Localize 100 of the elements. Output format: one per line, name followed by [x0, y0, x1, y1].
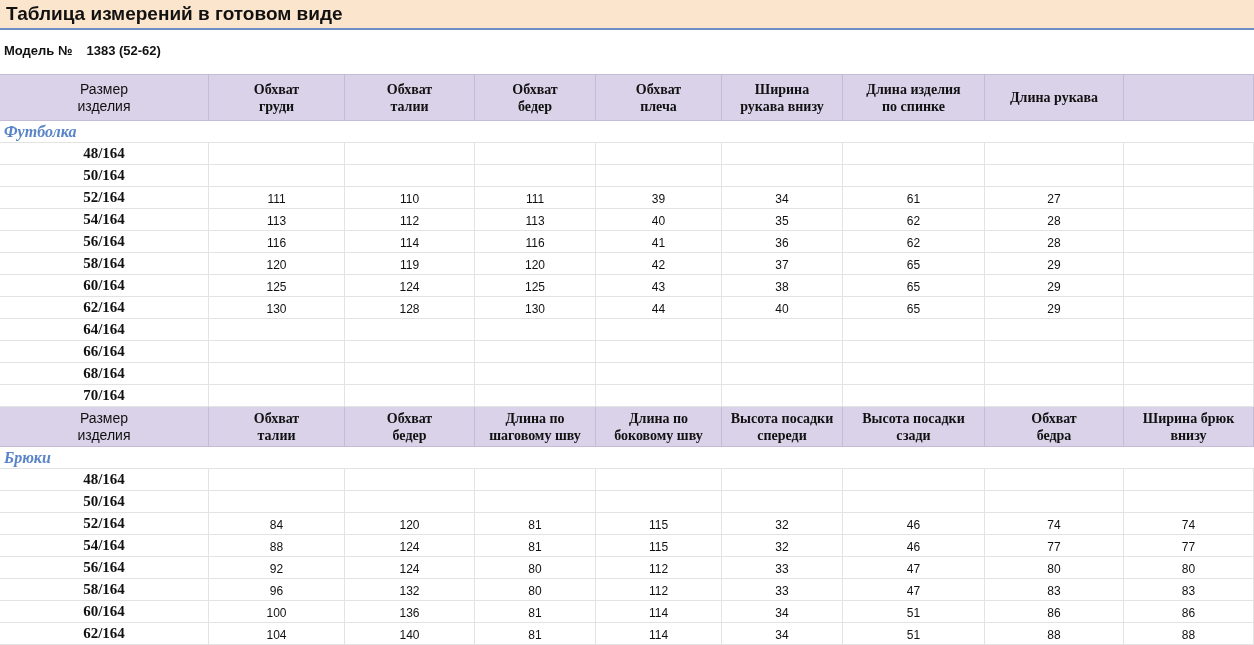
size-label: 66/164 [0, 341, 209, 363]
model-label: Модель № [4, 42, 73, 61]
table-cell: 88 [1124, 623, 1254, 645]
size-label: 62/164 [0, 297, 209, 319]
column-header: Обхват бедер [345, 407, 475, 447]
table-cell: 81 [475, 535, 596, 557]
size-label: 48/164 [0, 143, 209, 165]
column-header: Ширина брюк внизу [1124, 407, 1254, 447]
size-label: 50/164 [0, 165, 209, 187]
table-cell: 111 [475, 187, 596, 209]
size-label: 48/164 [0, 469, 209, 491]
column-header: Длина по шаговому шву [475, 407, 596, 447]
column-header: Длина рукава [985, 75, 1124, 121]
table-cell: 114 [596, 601, 722, 623]
table-cell: 100 [209, 601, 345, 623]
table-cell: 34 [722, 187, 843, 209]
column-header: Обхват плеча [596, 75, 722, 121]
table-cell: 32 [722, 513, 843, 535]
table-cell: 112 [345, 209, 475, 231]
table-cell: 130 [475, 297, 596, 319]
table-cell: 140 [345, 623, 475, 645]
column-header: Обхват бедер [475, 75, 596, 121]
column-header: Обхват талии [209, 407, 345, 447]
table-cell: 80 [475, 557, 596, 579]
table-cell: 37 [722, 253, 843, 275]
table-cell: 43 [596, 275, 722, 297]
table-cell: 84 [209, 513, 345, 535]
table-cell: 74 [985, 513, 1124, 535]
size-label: 64/164 [0, 319, 209, 341]
table-cell: 116 [209, 231, 345, 253]
table-cell: 136 [345, 601, 475, 623]
table-cell: 115 [596, 513, 722, 535]
column-header: Длина по боковому шву [596, 407, 722, 447]
table-cell: 62 [843, 231, 985, 253]
table-cell: 114 [596, 623, 722, 645]
table-cell: 65 [843, 275, 985, 297]
model-number: 1383 (52-62) [86, 42, 161, 61]
table-cell: 88 [985, 623, 1124, 645]
table-cell: 34 [722, 623, 843, 645]
table-cell: 46 [843, 513, 985, 535]
table-cell: 120 [475, 253, 596, 275]
table-cell: 96 [209, 579, 345, 601]
table-cell: 40 [722, 297, 843, 319]
table-cell: 114 [345, 231, 475, 253]
table-cell: 111 [209, 187, 345, 209]
table-cell: 119 [345, 253, 475, 275]
table-cell: 80 [1124, 557, 1254, 579]
column-header: Размер изделия [0, 75, 209, 121]
table-cell: 29 [985, 253, 1124, 275]
table-cell: 124 [345, 535, 475, 557]
table-cell: 128 [345, 297, 475, 319]
column-header: Обхват бедра [985, 407, 1124, 447]
column-header: Высота посадки спереди [722, 407, 843, 447]
table-cell: 125 [209, 275, 345, 297]
table-cell: 113 [209, 209, 345, 231]
table-cell: 92 [209, 557, 345, 579]
table-cell: 41 [596, 231, 722, 253]
table-cell: 40 [596, 209, 722, 231]
table-cell: 81 [475, 513, 596, 535]
table-cell: 80 [985, 557, 1124, 579]
table-cell: 115 [596, 535, 722, 557]
table-cell: 33 [722, 579, 843, 601]
table-cell: 51 [843, 601, 985, 623]
table-cell: 29 [985, 275, 1124, 297]
table-cell: 112 [596, 557, 722, 579]
table-cell: 81 [475, 623, 596, 645]
size-label: 50/164 [0, 491, 209, 513]
table-cell: 86 [1124, 601, 1254, 623]
table-cell: 36 [722, 231, 843, 253]
table-cell: 104 [209, 623, 345, 645]
column-header: Обхват талии [345, 75, 475, 121]
table-cell: 74 [1124, 513, 1254, 535]
size-label: 56/164 [0, 231, 209, 253]
table-cell: 120 [209, 253, 345, 275]
column-header: Высота посадки сзади [843, 407, 985, 447]
table-cell: 120 [345, 513, 475, 535]
table-cell: 27 [985, 187, 1124, 209]
table-cell: 38 [722, 275, 843, 297]
table-cell: 65 [843, 253, 985, 275]
size-label: 52/164 [0, 187, 209, 209]
table-cell: 124 [345, 557, 475, 579]
table-cell: 47 [843, 579, 985, 601]
size-label: 56/164 [0, 557, 209, 579]
size-label: 58/164 [0, 253, 209, 275]
table-cell: 29 [985, 297, 1124, 319]
table-cell: 77 [985, 535, 1124, 557]
section-title: Брюки [0, 447, 1254, 469]
column-header: Длина изделия по спинке [843, 75, 985, 121]
size-label: 52/164 [0, 513, 209, 535]
table-cell: 83 [1124, 579, 1254, 601]
table-cell: 44 [596, 297, 722, 319]
table-cell: 33 [722, 557, 843, 579]
sheet-title: Таблица измерений в готовом виде [6, 1, 343, 26]
table-cell: 35 [722, 209, 843, 231]
size-label: 60/164 [0, 601, 209, 623]
table-cell: 42 [596, 253, 722, 275]
table-cell: 61 [843, 187, 985, 209]
table-cell: 124 [345, 275, 475, 297]
table-cell: 47 [843, 557, 985, 579]
table-cell: 32 [722, 535, 843, 557]
